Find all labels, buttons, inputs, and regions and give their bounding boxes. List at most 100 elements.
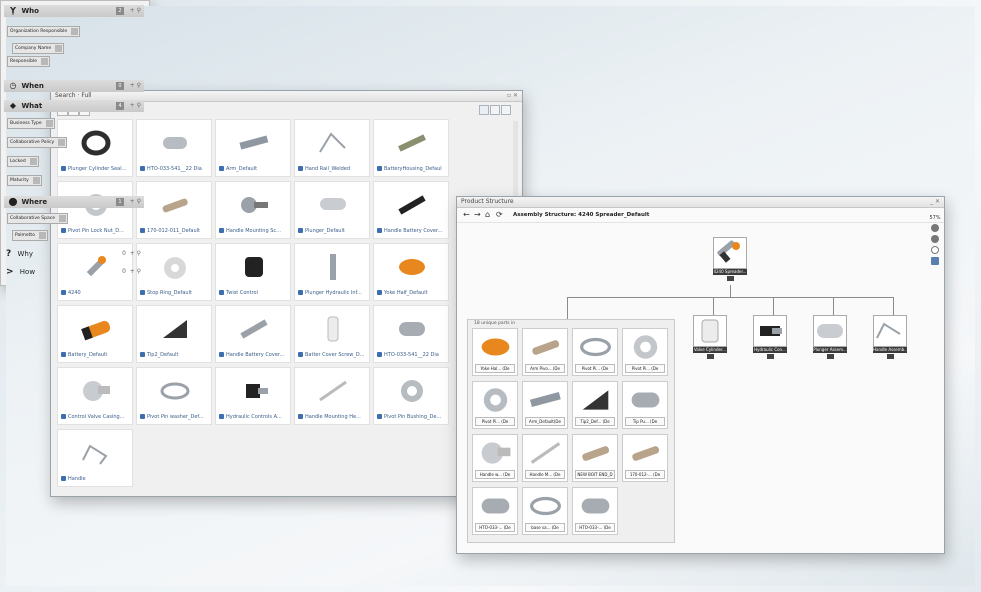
unique-part-label: Yoke Hal... (De [475,364,515,373]
search-result-tile[interactable]: Control Valve Casing... [57,367,133,425]
search-result-tile[interactable]: Battery_Default [57,305,133,363]
facet-how[interactable]: > How 0 + ⚲ [6,266,144,278]
facet-chip[interactable]: Collaborative Space [7,213,68,224]
unique-part-label: HTO-033-... (De [575,523,615,532]
facet-chip[interactable]: Company Name [12,43,65,54]
search-result-tile[interactable]: Pivot Pin washer_Def... [136,367,212,425]
facet-chip[interactable]: Responsible [7,56,50,67]
facet-chip[interactable]: Palmetto [12,230,48,241]
refresh-icon[interactable]: ⟳ [496,210,503,219]
thumbnail-view-icon[interactable] [479,105,489,115]
product-titlebar: Product Structure _ ✕ [457,197,944,208]
part-type-icon [140,228,145,233]
search-result-tile[interactable]: Handle Mounting Sc... [215,181,291,239]
search-result-tile[interactable]: Handle Battery Cover... [215,305,291,363]
unique-part-cell[interactable]: Handle w... (De [472,434,518,482]
window-controls-icon[interactable]: _ ✕ [930,197,940,207]
search-result-tile[interactable]: Pivot Pin Lock Nut_D... [57,181,133,239]
part-type-icon [61,476,66,481]
part-label: BatteryHousing_Defaul [384,166,442,172]
search-result-tile[interactable]: Arm_Default [215,119,291,177]
add-search-icon[interactable]: + ⚲ [130,100,141,112]
facet-chip[interactable]: Organization Responsible [7,26,81,37]
facet-chip[interactable]: Locked [7,156,39,167]
part-label: Twist Control [226,290,258,296]
unique-part-cell[interactable]: Tip2_Def... (De [572,381,618,429]
root-assembly-node[interactable]: 4240 Spreader... [713,237,747,281]
search-result-tile[interactable]: Plunger Hydraulic Inf... [294,243,370,301]
unique-part-cell[interactable]: Pivot Pi... (De [572,328,618,376]
unique-part-cell[interactable]: base sa... (De [522,487,568,535]
details-view-icon[interactable] [501,105,511,115]
search-result-tile[interactable]: Batter Cover Screw_D... [294,305,370,363]
part-label: Tip2_Default [147,352,179,358]
unique-part-cell[interactable]: Arm Pivo... (De [522,328,568,376]
unique-part-cell[interactable]: Handle M... (De [522,434,568,482]
search-result-tile[interactable]: Stop Ring_Default [136,243,212,301]
search-result-tile[interactable]: HTO-033-541__22 Dia [373,305,449,363]
part-label: Handle Battery Cover... [226,352,285,358]
facet-why[interactable]: ? Why 0 + ⚲ [6,248,144,260]
search-result-tile[interactable]: Plunger_Default [294,181,370,239]
search-result-tile[interactable]: Twist Control [215,243,291,301]
back-arrow-icon[interactable]: ← [463,210,470,219]
add-search-icon[interactable]: + ⚲ [130,266,141,278]
expand-toggle-icon[interactable] [766,354,774,359]
search-result-tile[interactable]: Handle [57,429,133,487]
spreader-thumbnail [713,237,747,269]
search-results-grid: Plunger Cylinder Seal... HTO-033-541__22 … [57,119,449,487]
search-result-tile[interactable]: Hand Rail_Welded [294,119,370,177]
window-controls-icon[interactable]: ▫ ✕ [507,91,518,101]
search-result-tile[interactable]: BatteryHousing_Defaul [373,119,449,177]
unique-part-cell[interactable]: Yoke Hal... (De [472,328,518,376]
part-caption: Handle Battery Cover... [377,228,446,235]
search-result-tile[interactable]: HTO-033-541__22 Dia [136,119,212,177]
unique-part-cell[interactable]: Tip Pu... (De [622,381,668,429]
child-assembly-node[interactable]: Plunger Assem... [813,315,847,359]
unique-part-cell[interactable]: Pivot Pi... (De [472,381,518,429]
expand-toggle-icon[interactable] [706,354,714,359]
zoom-in-icon[interactable] [931,224,939,232]
part-caption: Pivot Pin Lock Nut_D... [61,228,130,235]
unique-part-cell[interactable]: HTO-033-... (De [472,487,518,535]
add-search-icon[interactable]: + ⚲ [130,248,141,260]
part-thumbnail [162,198,188,213]
unique-part-label: NEW BOIT END_D [575,470,615,479]
unique-part-cell[interactable]: NEW BOIT END_D [572,434,618,482]
facet-chip[interactable]: Maturity [7,175,42,186]
facet-where[interactable]: ⬤ Where 1 + ⚲ [4,196,144,208]
zoom-out-icon[interactable] [931,235,939,243]
search-result-tile[interactable]: Handle Mounting He... [294,367,370,425]
unique-part-cell[interactable]: 170-012-... (De [622,434,668,482]
search-result-tile[interactable]: Yoke Half_Default [373,243,449,301]
facet-when[interactable]: ◷ When 0 + ⚲ [4,80,144,92]
layout-icon[interactable] [931,257,939,265]
part-thumbnail [399,322,425,336]
unique-part-cell[interactable]: Pivot Pi... (De [622,328,668,376]
add-search-icon[interactable]: + ⚲ [130,196,141,208]
add-search-icon[interactable]: + ⚲ [130,5,141,17]
unique-part-cell[interactable]: HTO-033-... (De [572,487,618,535]
facet-chip[interactable]: Business Type [7,118,55,129]
expand-toggle-icon[interactable] [886,354,894,359]
expand-toggle-icon[interactable] [726,276,734,281]
child-assembly-node[interactable]: Hydraulic Con... [753,315,787,359]
facet-chip[interactable]: Collaborative Policy [7,137,68,148]
child-assembly-node[interactable]: Handle Assemb... [873,315,907,359]
facet-what[interactable]: ◆ What 4 + ⚲ [4,100,144,112]
home-icon[interactable]: ⌂ [485,210,490,219]
search-result-tile[interactable]: Handle Battery Cover... [373,181,449,239]
search-result-tile[interactable]: Tip2_Default [136,305,212,363]
search-icon[interactable] [931,246,939,254]
search-result-tile[interactable]: Pivot Pin Bushing_De... [373,367,449,425]
search-result-tile[interactable]: Plunger Cylinder Seal... [57,119,133,177]
expand-toggle-icon[interactable] [826,354,834,359]
search-result-tile[interactable]: Hydraulic Controls A... [215,367,291,425]
forward-arrow-icon[interactable]: → [474,210,481,219]
list-view-icon[interactable] [490,105,500,115]
child-assembly-node[interactable]: Valve Cylinder... [693,315,727,359]
facet-who[interactable]: Ỵ Who 2 + ⚲ [4,5,144,17]
add-search-icon[interactable]: + ⚲ [130,80,141,92]
search-result-tile[interactable]: 170-012-011_Default [136,181,212,239]
unique-part-cell[interactable]: Arm_Default(De [522,381,568,429]
